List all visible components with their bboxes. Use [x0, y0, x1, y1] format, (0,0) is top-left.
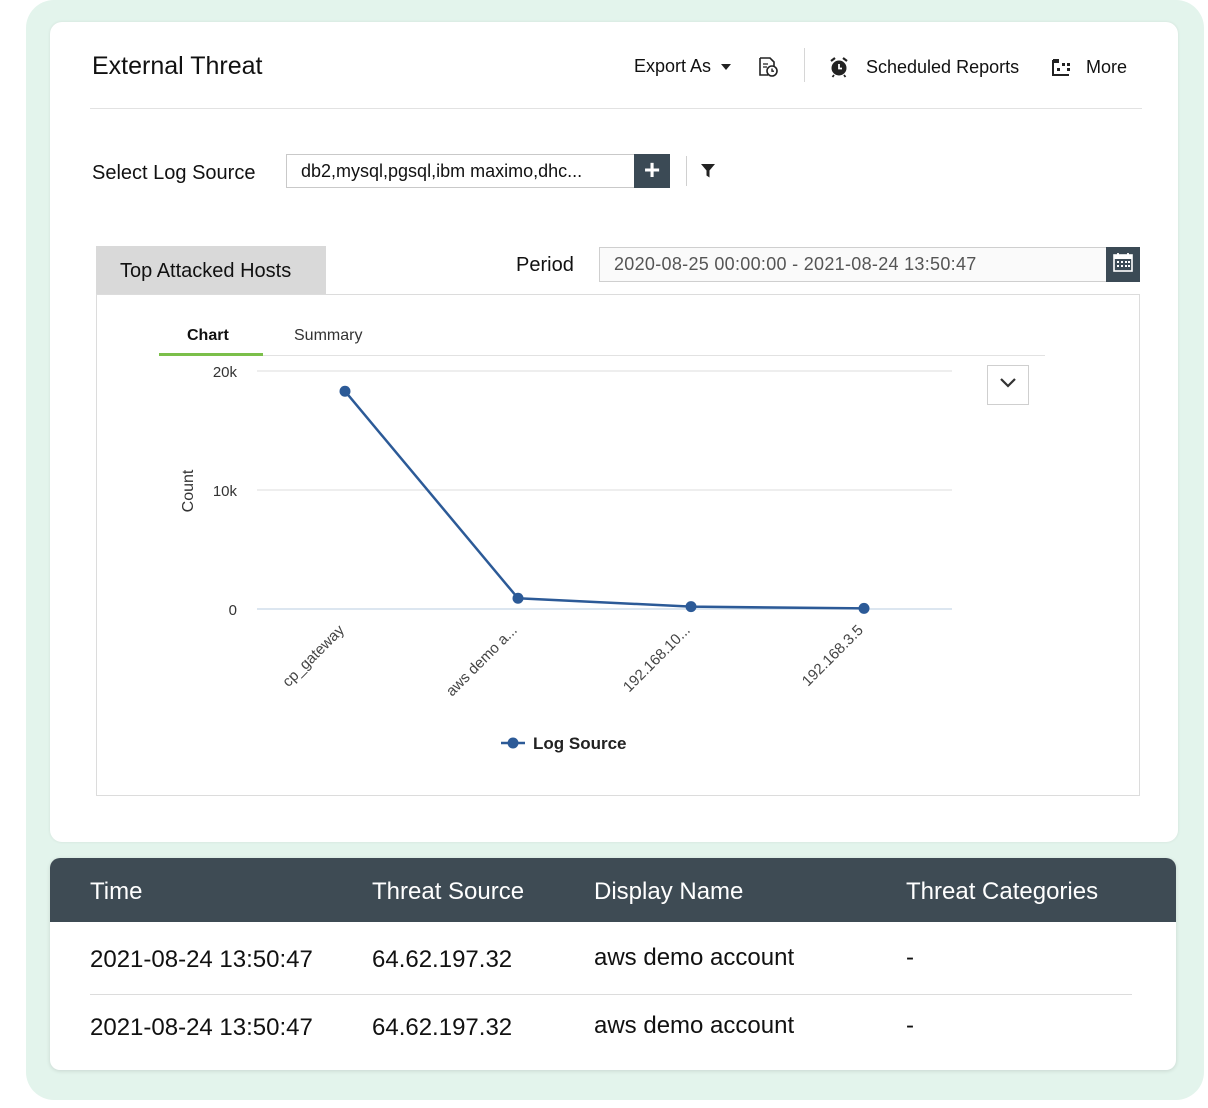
plus-icon: +: [643, 154, 661, 185]
line-chart: 20k 10k 0 Count cp_gateway aws demo a... 192.1…: [180, 364, 952, 753]
alarm-clock-icon: [828, 56, 850, 78]
legend-label: Log Source: [533, 734, 627, 753]
period-label: Period: [516, 254, 574, 276]
chart-options-button[interactable]: [987, 365, 1029, 405]
cell-time: 2021-08-24 13:50:47: [90, 1014, 313, 1041]
filter-icon[interactable]: [700, 163, 716, 184]
cell-time: 2021-08-24 13:50:47: [90, 946, 313, 973]
chevron-down-icon: [999, 376, 1017, 394]
scheduled-reports-label: Scheduled Reports: [866, 56, 1020, 77]
scheduled-reports-button[interactable]: Scheduled Reports: [828, 56, 1019, 78]
x-tick-label: 192.168.3.5: [799, 622, 867, 690]
x-tick-label: 192.168.10...: [620, 622, 694, 696]
y-tick-label: 10k: [213, 483, 238, 500]
cell-display-name: aws demo account: [594, 944, 795, 971]
more-grid-icon: [1050, 56, 1072, 78]
more-label: More: [1086, 56, 1128, 77]
log-source-label: Select Log Source: [92, 162, 256, 184]
header-divider: [90, 108, 1142, 109]
x-tick-label: cp_gateway: [279, 621, 348, 690]
filter-divider: [686, 156, 687, 186]
log-source-input[interactable]: db2,mysql,pgsql,ibm maximo,dhc...: [286, 154, 634, 188]
y-axis-label: Count: [180, 469, 197, 512]
calendar-button[interactable]: [1106, 247, 1140, 282]
threat-table: Time Threat Source Display Name Threat C…: [50, 858, 1176, 1070]
column-header-time[interactable]: Time: [90, 878, 142, 906]
row-divider: [90, 994, 1132, 995]
caret-down-icon: [721, 63, 732, 70]
cell-threat-source: 64.62.197.32: [372, 1014, 513, 1041]
data-point: [512, 592, 524, 604]
period-input[interactable]: 2020-08-25 00:00:00 - 2021-08-24 13:50:4…: [599, 247, 1107, 282]
cell-display-name: aws demo account: [594, 1012, 795, 1039]
chart-panel: Chart Summary 20k 10k 0 Count cp_gateway aws …: [96, 294, 1140, 796]
y-tick-label: 20k: [213, 364, 238, 381]
cell-threat-source: 64.62.197.32: [372, 946, 513, 973]
y-tick-label: 0: [229, 602, 237, 619]
series-line: [344, 390, 865, 610]
column-header-threat-source[interactable]: Threat Source: [372, 878, 524, 906]
column-header-threat-categories[interactable]: Threat Categories: [906, 878, 1098, 906]
data-point: [858, 602, 870, 614]
report-card: External Threat Export As Scheduled Repo…: [50, 22, 1178, 842]
data-point: [685, 601, 697, 613]
toolbar-divider: [804, 48, 805, 82]
export-as-button[interactable]: Export As: [634, 56, 732, 77]
tab-top-attacked-hosts[interactable]: Top Attacked Hosts: [96, 246, 326, 294]
cell-threat-categories: -: [906, 944, 914, 971]
cell-threat-categories: -: [906, 1012, 914, 1039]
calendar-icon: [1112, 251, 1134, 278]
page-title: External Threat: [92, 52, 263, 80]
x-tick-label: aws demo a...: [443, 622, 521, 700]
legend-marker: [507, 737, 519, 749]
column-header-display-name[interactable]: Display Name: [594, 878, 743, 906]
schedule-export-icon[interactable]: [757, 56, 779, 83]
data-point: [339, 385, 351, 397]
export-as-label: Export As: [634, 56, 712, 76]
add-log-source-button[interactable]: +: [634, 154, 670, 188]
table-header: Time Threat Source Display Name Threat C…: [50, 858, 1176, 922]
more-button[interactable]: More: [1050, 56, 1127, 78]
